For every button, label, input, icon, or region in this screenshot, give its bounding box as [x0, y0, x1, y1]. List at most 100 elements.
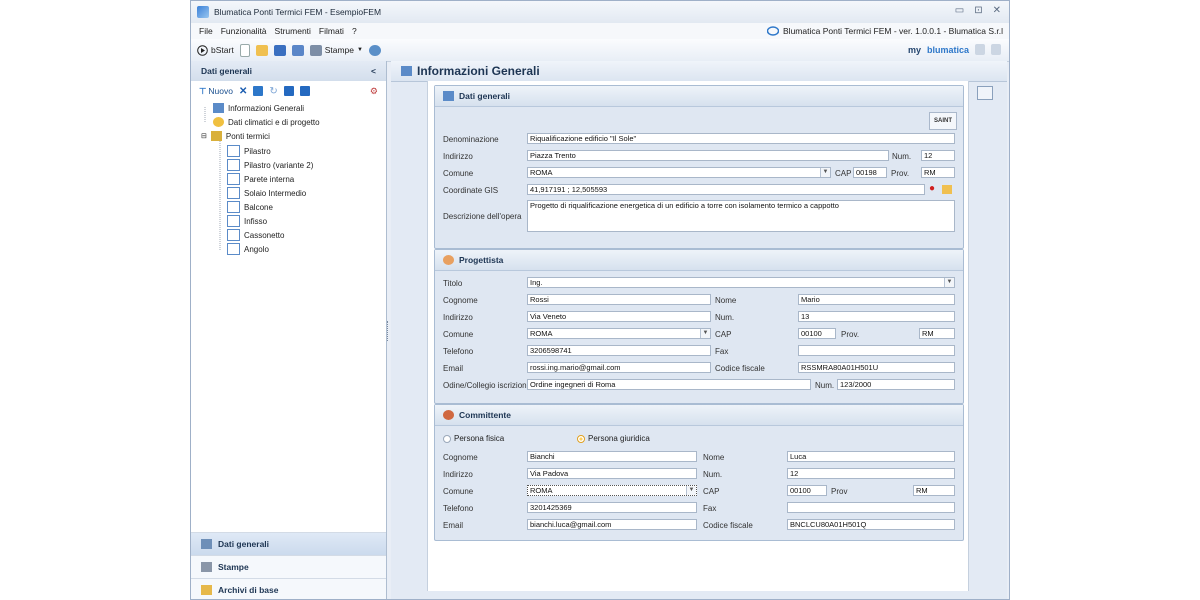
refresh-icon[interactable]: ↻ [269, 86, 277, 97]
dropdown-arrow-icon[interactable]: ▼ [686, 486, 696, 495]
print-button[interactable]: Stampe ▼ [309, 44, 363, 56]
collapse-node-icon[interactable]: ⊟ [201, 132, 207, 140]
version-info: Blumatica Ponti Termici FEM - ver. 1.0.0… [767, 26, 1003, 36]
tree-item-cassonetto[interactable]: Cassonetto [227, 229, 284, 241]
fax-field[interactable] [798, 345, 955, 356]
label-codice-fiscale: Codice fiscale [715, 364, 765, 373]
copy-icon[interactable] [253, 86, 264, 96]
email-field[interactable]: rossi.ing.mario@gmail.com [527, 362, 711, 373]
prov-field[interactable]: RM [921, 167, 955, 178]
gis-field[interactable]: 41,917191 ; 12,505593 [527, 184, 925, 195]
indirizzo-field[interactable]: Via Veneto [527, 311, 711, 322]
window-controls: ▭ ⊡ ✕ [955, 5, 1001, 16]
collapse-sidebar-button[interactable]: < [371, 66, 376, 76]
tree-item-balcone[interactable]: Balcone [227, 201, 273, 213]
collapse-all-icon[interactable] [299, 86, 310, 96]
save-button[interactable] [273, 44, 286, 56]
delete-icon[interactable]: ✕ [239, 86, 247, 97]
tree-options-icon[interactable]: ⚙ [370, 86, 378, 97]
prov-field[interactable]: RM [919, 328, 955, 339]
new-node-icon: ⊤ [199, 85, 207, 96]
denominazione-field[interactable]: Riqualificazione edificio "Il Sole" [527, 133, 955, 144]
save-as-button[interactable] [291, 44, 304, 56]
play-circle-icon [197, 44, 208, 56]
new-node-button[interactable]: ⊤ Nuovo [199, 86, 233, 97]
panel-toggle-icon[interactable] [977, 86, 993, 100]
dropdown-arrow-icon[interactable]: ▼ [700, 329, 710, 338]
tree-item-solaio[interactable]: Solaio Intermedio [227, 187, 306, 199]
titolo-value: Ing. [530, 278, 543, 287]
printer-icon [201, 562, 212, 572]
tree-item-label: Ponti termici [225, 131, 270, 141]
section-dati-generali[interactable]: Dati generali [191, 532, 386, 555]
indirizzo-field[interactable]: Piazza Trento [527, 150, 889, 161]
settings-button[interactable] [368, 44, 381, 56]
num-field[interactable]: 13 [798, 311, 955, 322]
radio-label: Persona fisica [454, 434, 505, 443]
telefono-field[interactable]: 3206598741 [527, 345, 711, 356]
cap-field[interactable]: 00198 [853, 167, 887, 178]
tree-item-ponti-termici[interactable]: ⊟ Ponti termici [201, 131, 270, 141]
tree-item-infisso[interactable]: Infisso [227, 215, 267, 227]
label-num: Num. [715, 313, 735, 322]
codice-fiscale-field[interactable]: BNCLCU80A01H501Q [787, 519, 955, 530]
comune-select[interactable]: ROMA ▼ [527, 485, 697, 496]
menu-help[interactable]: ? [352, 26, 357, 36]
menu-file[interactable]: File [199, 26, 213, 36]
saint-button[interactable]: SAINT [929, 112, 957, 130]
map-pin-icon[interactable]: ● [929, 183, 935, 194]
fax-field[interactable] [787, 502, 955, 513]
expand-all-icon[interactable] [283, 86, 294, 96]
tree-item-angolo[interactable]: Angolo [227, 243, 269, 255]
nome-field[interactable]: Mario [798, 294, 955, 305]
window-title: Blumatica Ponti Termici FEM - EsempioFEM [214, 7, 382, 17]
dropdown-arrow-icon[interactable]: ▼ [820, 168, 830, 177]
tree-item-pilastro[interactable]: Pilastro [227, 145, 271, 157]
menu-funzionalita[interactable]: Funzionalità [221, 26, 267, 36]
prov-field[interactable]: RM [913, 485, 955, 496]
menu-filmati[interactable]: Filmati [319, 26, 344, 36]
open-folder-button[interactable] [255, 44, 268, 56]
maximize-icon[interactable]: ⊡ [974, 5, 982, 16]
nome-field[interactable]: Luca [787, 451, 955, 462]
cognome-field[interactable]: Rossi [527, 294, 711, 305]
indirizzo-field[interactable]: Via Padova [527, 468, 697, 479]
map-icon[interactable] [942, 185, 952, 194]
tree-item-label: Dati climatici e di progetto [228, 117, 320, 127]
bstart-button[interactable]: bStart [197, 44, 234, 56]
radio-persona-fisica[interactable]: Persona fisica [443, 434, 504, 443]
comune-select[interactable]: ROMA ▼ [527, 328, 711, 339]
new-file-button[interactable] [239, 43, 250, 57]
notes-icon[interactable] [991, 44, 1001, 55]
help-icon[interactable] [975, 44, 985, 55]
user-icon [443, 255, 454, 265]
tree-item-pilastro-variante[interactable]: Pilastro (variante 2) [227, 159, 313, 171]
codice-fiscale-field[interactable]: RSSMRA80A01H501U [798, 362, 955, 373]
tree-item-parete-interna[interactable]: Parete interna [227, 173, 294, 185]
node-icon [227, 243, 240, 255]
section-stampe[interactable]: Stampe [191, 555, 386, 578]
comune-select[interactable]: ROMA ▼ [527, 167, 831, 178]
descrizione-field[interactable]: Progetto di riqualificazione energetica … [527, 200, 955, 232]
minimize-icon[interactable]: ▭ [955, 5, 964, 16]
num-field[interactable]: 12 [921, 150, 955, 161]
splitter-handle[interactable] [387, 321, 390, 341]
titolo-select[interactable]: Ing. ▼ [527, 277, 955, 288]
email-field[interactable]: bianchi.luca@gmail.com [527, 519, 697, 530]
cognome-field[interactable]: Bianchi [527, 451, 697, 462]
num-field[interactable]: 12 [787, 468, 955, 479]
tree-item-informazioni-generali[interactable]: Informazioni Generali [213, 103, 304, 113]
dropdown-arrow-icon[interactable]: ▼ [944, 278, 954, 287]
telefono-field[interactable]: 3201425369 [527, 502, 697, 513]
label-prov: Prov. [841, 330, 860, 339]
close-icon[interactable]: ✕ [993, 5, 1001, 16]
cap-field[interactable]: 00100 [787, 485, 827, 496]
ordine-field[interactable]: Ordine ingegneri di Roma [527, 379, 811, 390]
radio-persona-giuridica[interactable]: Persona giuridica [577, 434, 650, 443]
panel-dati-generali: Dati generali SAINT Denominazione Riqual… [434, 85, 964, 249]
ordine-num-field[interactable]: 123/2000 [837, 379, 955, 390]
cap-field[interactable]: 00100 [798, 328, 836, 339]
section-archivi[interactable]: Archivi di base [191, 578, 386, 599]
menu-strumenti[interactable]: Strumenti [275, 26, 311, 36]
tree-item-dati-climatici[interactable]: Dati climatici e di progetto [213, 117, 320, 127]
